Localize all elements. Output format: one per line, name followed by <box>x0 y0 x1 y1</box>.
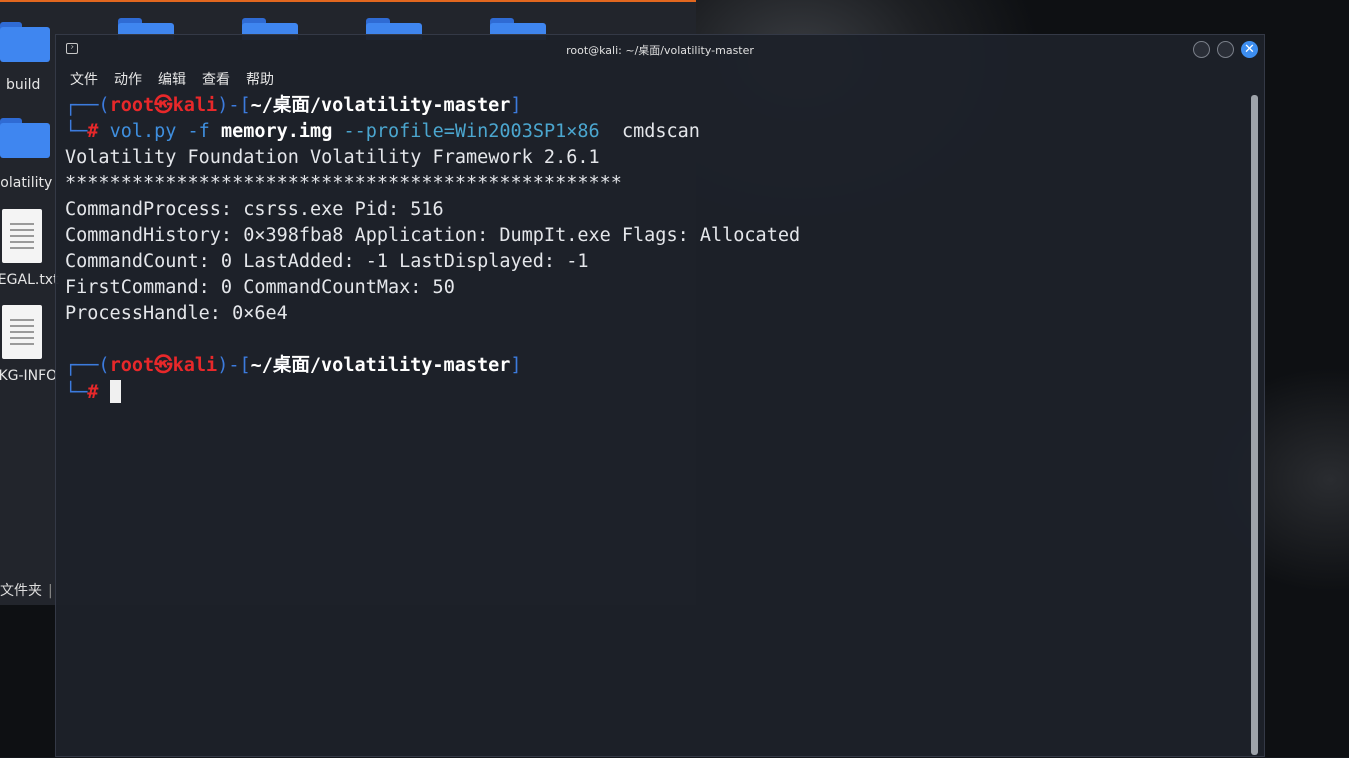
menu-view[interactable]: 查看 <box>202 69 230 89</box>
scrollbar[interactable] <box>1251 95 1258 755</box>
prompt-line: ┌──(root㉿kali)-[~/桌面/volatility-master] <box>65 95 522 116</box>
menu-help[interactable]: 帮助 <box>246 69 274 89</box>
output-line: CommandHistory: 0×398fba8 Application: D… <box>65 225 801 246</box>
status-separator: | <box>48 583 53 599</box>
output-line: ProcessHandle: 0×6e4 <box>65 303 288 324</box>
status-text: 文件夹 <box>0 583 42 599</box>
output-line: FirstCommand: 0 CommandCountMax: 50 <box>65 277 455 298</box>
window-title: root@kali: ~/桌面/volatility-master <box>566 44 754 57</box>
output-line: CommandProcess: csrss.exe Pid: 516 <box>65 199 444 220</box>
file-manager-status-bar: 文件夹 | <box>0 580 53 600</box>
command-line: └─# vol.py -f memory.img --profile=Win20… <box>65 121 700 142</box>
output-line: ****************************************… <box>65 173 622 194</box>
folder-icon <box>0 22 50 62</box>
output-line: CommandCount: 0 LastAdded: -1 LastDispla… <box>65 251 589 272</box>
folder-icon <box>0 118 50 158</box>
text-file-icon <box>2 209 42 263</box>
terminal-window[interactable]: root@kali: ~/桌面/volatility-master ✕ 文件 动… <box>55 34 1265 757</box>
output-line: Volatility Foundation Volatility Framewo… <box>65 147 600 168</box>
menu-file[interactable]: 文件 <box>70 69 98 89</box>
file-item-label: PKG-INFO <box>0 368 58 384</box>
menu-bar: 文件 动作 编辑 查看 帮助 <box>56 65 1264 89</box>
file-item-label: volatility <box>0 175 53 191</box>
text-file-icon <box>2 305 42 359</box>
prompt-line: ┌──(root㉿kali)-[~/桌面/volatility-master] <box>65 355 522 376</box>
terminal-content[interactable]: ┌──(root㉿kali)-[~/桌面/volatility-master] … <box>56 91 1251 758</box>
close-button[interactable]: ✕ <box>1241 41 1258 58</box>
minimize-button[interactable] <box>1193 41 1210 58</box>
file-item-label: build <box>6 77 41 93</box>
input-line[interactable]: └─# <box>65 380 121 404</box>
text-cursor <box>109 380 121 403</box>
title-bar[interactable]: root@kali: ~/桌面/volatility-master ✕ <box>56 35 1264 65</box>
menu-action[interactable]: 动作 <box>114 69 142 89</box>
maximize-button[interactable] <box>1217 41 1234 58</box>
file-item-label: LEGAL.txt <box>0 272 59 288</box>
close-icon: ✕ <box>1244 42 1255 57</box>
file-manager-accent-line <box>0 0 696 2</box>
menu-edit[interactable]: 编辑 <box>158 69 186 89</box>
